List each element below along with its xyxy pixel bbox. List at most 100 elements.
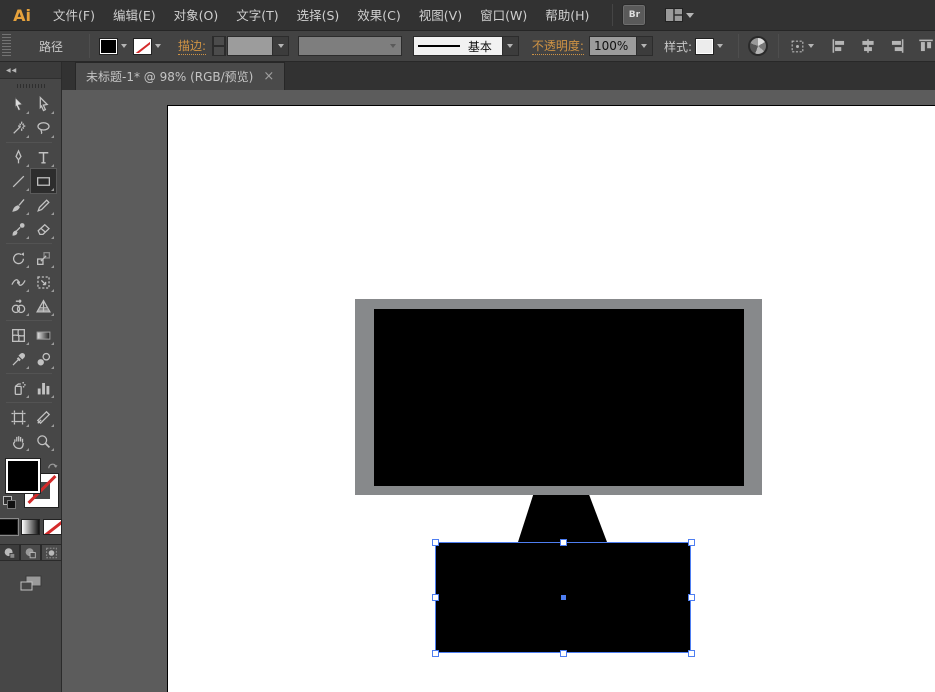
pencil-tool[interactable] <box>31 193 56 217</box>
panel-grip[interactable] <box>16 84 45 88</box>
gradient-tool[interactable] <box>31 323 56 347</box>
brush-definition-field[interactable]: 基本 <box>413 37 502 55</box>
workspace-switcher-button[interactable] <box>665 8 695 22</box>
eraser-tool[interactable] <box>31 217 56 241</box>
opacity-dropdown-button[interactable] <box>635 37 652 55</box>
align-right-button[interactable] <box>888 37 906 55</box>
default-fill-stroke-icon[interactable] <box>2 496 17 510</box>
selection-tool[interactable] <box>6 92 31 116</box>
opacity-value[interactable]: 100% <box>589 37 636 55</box>
menu-item-5[interactable]: 效果(C) <box>350 0 407 31</box>
stroke-none-swatch[interactable] <box>133 37 152 55</box>
width-profile-dropdown-button[interactable] <box>385 37 401 55</box>
separator <box>738 34 740 58</box>
selection-handle-middle-left[interactable] <box>431 594 439 601</box>
fill-dropdown-button[interactable] <box>117 38 130 55</box>
artboard-tool[interactable] <box>6 405 31 429</box>
zoom-tool[interactable] <box>31 429 56 453</box>
blend-tool[interactable] <box>31 347 56 371</box>
stroke-color-control[interactable] <box>133 37 164 55</box>
gradient-button[interactable] <box>21 519 40 535</box>
color-button[interactable] <box>0 518 19 536</box>
tool-row <box>6 376 56 400</box>
stroke-weight-value[interactable] <box>228 37 273 55</box>
free-transform-tool[interactable] <box>31 270 56 294</box>
width-profile-combo[interactable] <box>298 36 402 56</box>
document-area: 未标题-1* @ 98% (RGB/预览) × <box>62 62 935 692</box>
none-button[interactable] <box>43 519 62 535</box>
selection-handle-top-left[interactable] <box>431 538 439 546</box>
eyedropper-tool[interactable] <box>6 347 31 371</box>
control-bar-grip[interactable] <box>2 34 11 58</box>
swap-fill-stroke-icon[interactable] <box>46 459 59 472</box>
mesh-tool[interactable] <box>6 323 31 347</box>
perspective-grid-tool[interactable] <box>31 294 56 318</box>
style-dropdown-button[interactable] <box>713 38 726 55</box>
stroke-weight-stepper[interactable] <box>212 36 227 56</box>
fill-color-swatch[interactable] <box>4 458 41 494</box>
transform-button[interactable] <box>789 38 814 55</box>
brush-dropdown-button[interactable] <box>501 37 518 55</box>
selection-handle-top-center[interactable] <box>559 538 567 546</box>
chevron-down-icon <box>686 12 695 18</box>
selection-handle-middle-right[interactable] <box>687 594 695 601</box>
stepper-down-icon[interactable] <box>212 46 227 56</box>
fill-swatch[interactable] <box>99 37 118 55</box>
selection-handle-top-right[interactable] <box>687 538 695 546</box>
paintbrush-tool[interactable] <box>6 193 31 217</box>
menu-item-2[interactable]: 对象(O) <box>167 0 226 31</box>
scale-tool[interactable] <box>31 246 56 270</box>
selection-center-point[interactable] <box>560 595 566 600</box>
line-segment-tool[interactable] <box>6 169 31 193</box>
stroke-weight-dropdown-button[interactable] <box>272 37 289 55</box>
style-swatch[interactable] <box>695 37 715 55</box>
column-graph-tool[interactable] <box>31 376 56 400</box>
document-tab[interactable]: 未标题-1* @ 98% (RGB/预览) × <box>75 62 286 90</box>
menu-item-7[interactable]: 窗口(W) <box>473 0 534 31</box>
rotate-tool[interactable] <box>6 246 31 270</box>
draw-normal-button[interactable] <box>0 544 20 561</box>
magic-wand-tool[interactable] <box>6 116 31 140</box>
recolor-artwork-icon[interactable] <box>748 36 768 56</box>
draw-inside-button[interactable] <box>41 544 62 561</box>
stepper-up-icon[interactable] <box>212 36 227 46</box>
tab-close-icon[interactable]: × <box>263 70 274 83</box>
bridge-button[interactable]: Br <box>622 4 647 26</box>
draw-behind-button[interactable] <box>20 544 41 561</box>
stroke-panel-link[interactable]: 描边: <box>178 37 207 55</box>
selection-handle-bottom-right[interactable] <box>687 649 695 657</box>
screen-mode-button[interactable] <box>18 573 44 597</box>
opacity-panel-link[interactable]: 不透明度: <box>531 37 584 55</box>
style-control[interactable] <box>695 37 726 55</box>
menu-item-6[interactable]: 视图(V) <box>412 0 469 31</box>
lasso-tool[interactable] <box>31 116 56 140</box>
menu-item-8[interactable]: 帮助(H) <box>538 0 596 31</box>
symbol-sprayer-tool[interactable] <box>6 376 31 400</box>
menu-item-3[interactable]: 文字(T) <box>229 0 285 31</box>
selection-handle-bottom-center[interactable] <box>559 649 567 657</box>
menu-item-0[interactable]: 文件(F) <box>46 0 102 31</box>
width-tool[interactable] <box>6 270 31 294</box>
direct-selection-tool[interactable] <box>31 92 56 116</box>
opacity-combo[interactable]: 100% <box>588 36 653 56</box>
panel-collapse-bar[interactable]: ◀◀ <box>0 62 61 79</box>
menu-item-1[interactable]: 编辑(E) <box>106 0 163 31</box>
brush-definition-combo[interactable]: 基本 <box>412 36 519 56</box>
rectangle-tool[interactable] <box>29 168 57 194</box>
fill-color-control[interactable] <box>99 37 130 55</box>
align-left-button[interactable] <box>830 37 848 55</box>
blob-brush-tool[interactable] <box>6 217 31 241</box>
shape-builder-tool[interactable] <box>6 294 31 318</box>
slice-tool[interactable] <box>31 405 56 429</box>
selection-handle-bottom-left[interactable] <box>431 649 439 657</box>
hand-tool[interactable] <box>6 429 31 453</box>
pen-tool[interactable] <box>6 145 31 169</box>
align-top-button[interactable] <box>917 37 935 55</box>
monitor-screen-shape[interactable] <box>374 309 744 486</box>
type-tool[interactable] <box>31 145 56 169</box>
stroke-weight-combo[interactable] <box>227 36 290 56</box>
canvas[interactable] <box>62 90 935 692</box>
stroke-dropdown-button[interactable] <box>151 38 164 55</box>
menu-item-4[interactable]: 选择(S) <box>290 0 347 31</box>
align-horizontal-center-button[interactable] <box>859 37 877 55</box>
